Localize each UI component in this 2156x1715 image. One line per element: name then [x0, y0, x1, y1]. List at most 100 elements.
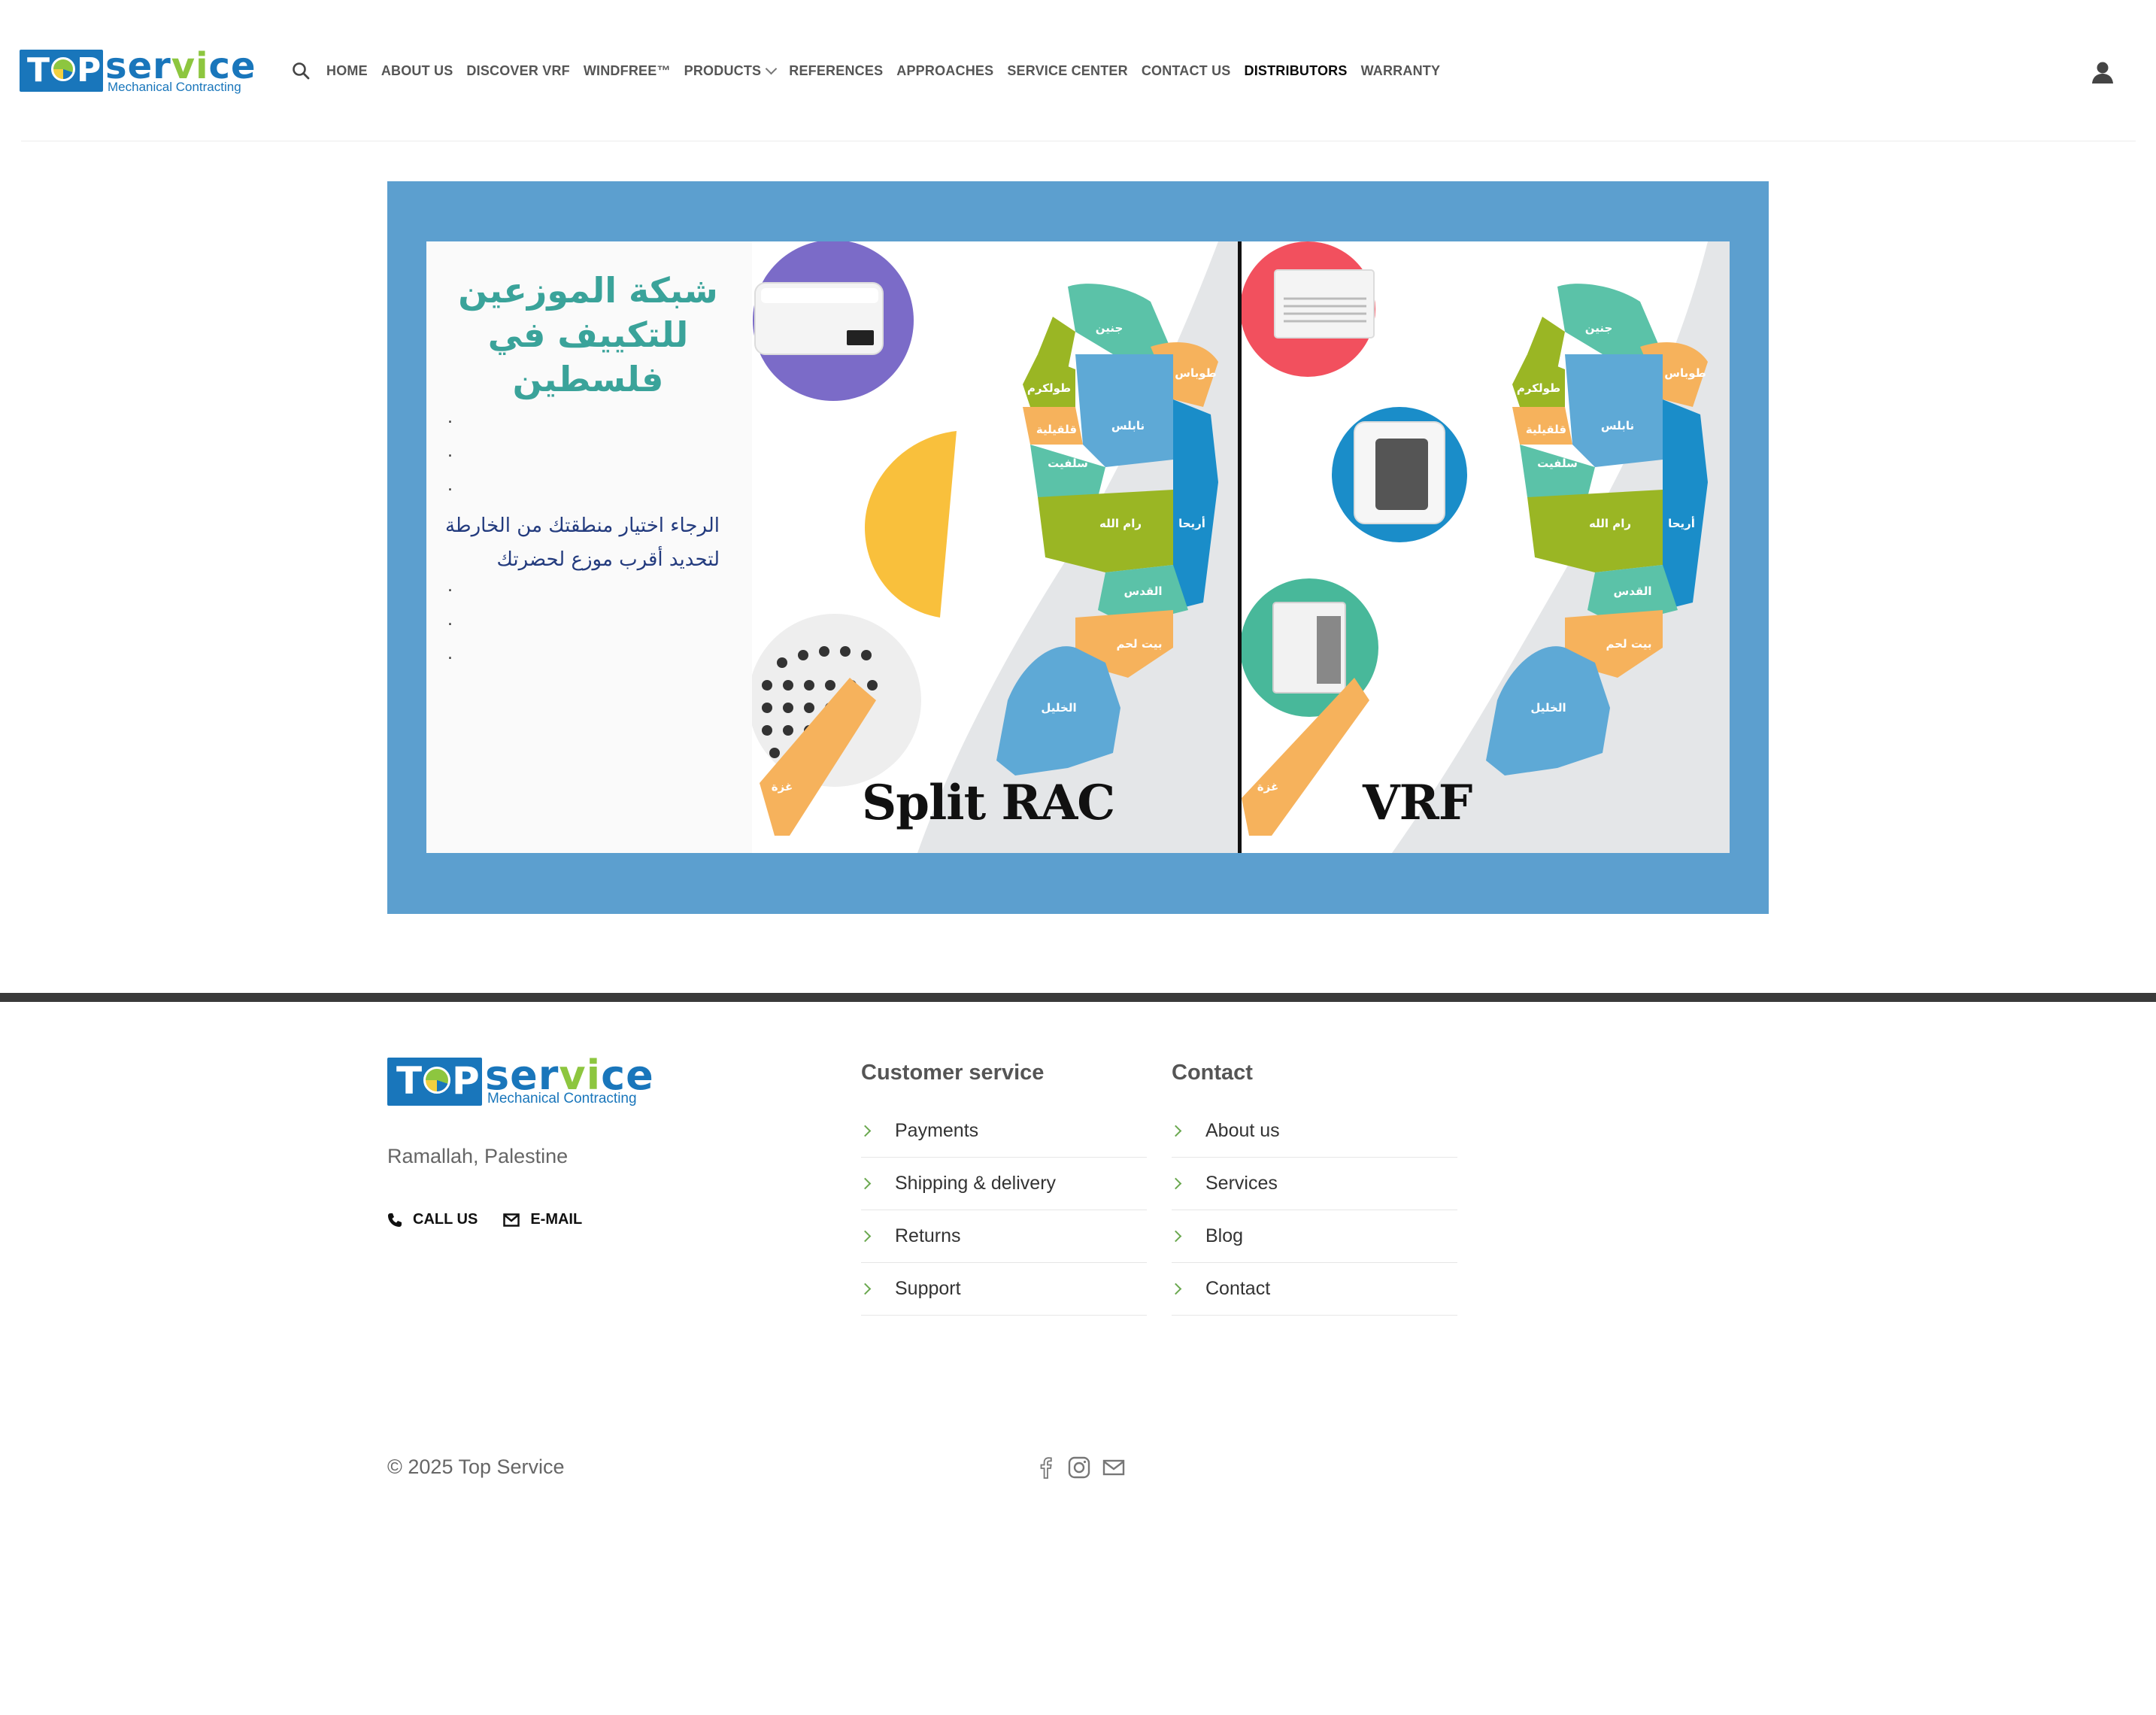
label-hebron: الخليل [1041, 701, 1076, 715]
logo-badge: T P [20, 50, 103, 92]
label-tulkarm: طولكرم [1027, 381, 1071, 395]
label-gaza: غزة [1257, 780, 1278, 794]
label-qalqilya: قلقيلية [1526, 423, 1566, 436]
customer-service-column: Customer service Payments Shipping & del… [859, 1061, 1147, 1316]
logo-swirl-icon [423, 1067, 450, 1094]
logo-tagline: Mechanical Contracting [487, 1091, 637, 1106]
site-logo[interactable]: T P service Mechanical Contracting [20, 45, 256, 94]
label-tubas: طوباس [1175, 366, 1217, 380]
distributors-map-panel: شبكة الموزعين للتكييف في فلسطين . . . ال… [426, 241, 1730, 853]
cassette-unit-circle [1242, 241, 1375, 377]
footer-contact-links: CALL US E-MAIL [387, 1211, 608, 1228]
yellow-shape [865, 431, 957, 618]
chevron-right-icon [859, 1125, 872, 1137]
footer-link-support[interactable]: Support [859, 1263, 1147, 1316]
separator-dot: . [447, 645, 453, 663]
search-icon[interactable] [292, 62, 310, 80]
maps-area: جنين طوباس طولكرم قلقيلية نابلس سلفيت را… [752, 241, 1730, 853]
nav-distributors[interactable]: DISTRIBUTORS [1245, 63, 1348, 79]
site-header: T P service Mechanical Contracting HOME … [0, 0, 2156, 141]
separator-dot: . [447, 476, 453, 495]
label-jenin: جنين [1096, 321, 1123, 335]
logo-tagline: Mechanical Contracting [108, 80, 241, 94]
nav-references[interactable]: REFERENCES [789, 63, 883, 79]
label-qalqilya: قلقيلية [1036, 423, 1077, 436]
nav-warranty[interactable]: WARRANTY [1361, 63, 1441, 79]
label-salfit: سلفيت [1537, 457, 1578, 470]
logo-badge: T P [387, 1058, 482, 1106]
nav-products-label: PRODUCTS [684, 63, 762, 78]
nav-discover-vrf[interactable]: DISCOVER VRF [466, 63, 569, 79]
user-account-icon[interactable] [2091, 60, 2114, 84]
instagram-icon[interactable] [1068, 1456, 1090, 1479]
nav-approaches[interactable]: APPROACHES [896, 63, 993, 79]
phone-icon [388, 1213, 402, 1227]
nav-windfree[interactable]: WINDFREE™ [584, 63, 671, 79]
vrf-caption: VRF [1363, 775, 1472, 831]
chevron-right-icon [1169, 1125, 1182, 1137]
social-links [1036, 1456, 1125, 1479]
email-icon[interactable] [1102, 1456, 1125, 1479]
chevron-right-icon [859, 1177, 872, 1190]
region-nablus[interactable] [1565, 354, 1663, 467]
label-salfit: سلفيت [1048, 457, 1088, 470]
footer-logo[interactable]: T P service Mechanical Contracting [387, 1052, 653, 1107]
footer-link-payments[interactable]: Payments [859, 1105, 1147, 1158]
footer-link-returns[interactable]: Returns [859, 1210, 1147, 1263]
separator-dot: . [447, 611, 453, 630]
label-bethlehem: بيت لحم [1606, 637, 1651, 651]
call-us-link[interactable]: CALL US [387, 1211, 478, 1228]
nav-products[interactable]: PRODUCTS [684, 62, 778, 79]
label-bethlehem: بيت لحم [1116, 637, 1162, 651]
nav-home[interactable]: HOME [326, 63, 368, 79]
envelope-icon [503, 1213, 520, 1227]
label-nablus: نابلس [1111, 419, 1145, 433]
chevron-right-icon [1169, 1230, 1182, 1243]
label-jerusalem: القدس [1124, 584, 1163, 598]
email-label: E-MAIL [530, 1211, 583, 1228]
logo-swirl-icon [51, 57, 75, 81]
label-nablus: نابلس [1601, 419, 1634, 433]
contact-column: Contact About us Services Blog Contact [1169, 1061, 1457, 1316]
main-nav: HOME ABOUT US DISCOVER VRF WINDFREE™ PRO… [326, 62, 1454, 79]
footer-link-shipping[interactable]: Shipping & delivery [859, 1158, 1147, 1210]
label-ramallah: رام الله [1589, 517, 1631, 530]
facebook-icon[interactable] [1036, 1456, 1056, 1479]
footer-link-contact[interactable]: Contact [1169, 1263, 1457, 1316]
label-gaza: غزة [772, 780, 793, 794]
banner-text-column: شبكة الموزعين للتكييف في فلسطين . . . ال… [426, 241, 752, 853]
copyright-text: © 2025 Top Service [387, 1455, 565, 1478]
separator-dot: . [447, 442, 453, 461]
footer-link-blog[interactable]: Blog [1169, 1210, 1457, 1263]
region-ramallah[interactable] [1527, 490, 1663, 572]
split-rac-map[interactable]: جنين طوباس طولكرم قلقيلية نابلس سلفيت را… [752, 241, 1238, 853]
footer-link-services[interactable]: Services [1169, 1158, 1457, 1210]
label-tulkarm: طولكرم [1517, 381, 1560, 395]
banner-title: شبكة الموزعين للتكييف في فلسطين [458, 270, 718, 399]
label-tubas: طوباس [1664, 366, 1706, 380]
email-link[interactable]: E-MAIL [503, 1211, 582, 1228]
nav-service-center[interactable]: SERVICE CENTER [1007, 63, 1128, 79]
region-nablus[interactable] [1075, 354, 1173, 467]
nav-about-us[interactable]: ABOUT US [381, 63, 453, 79]
chevron-right-icon [859, 1230, 872, 1243]
banner-instructions: الرجاء اختيار منطقتك من الخارطة لتحديد أ… [444, 514, 720, 571]
footer-link-about-us[interactable]: About us [1169, 1105, 1457, 1158]
label-jericho: أريحا [1178, 516, 1205, 530]
vrf-map[interactable]: جنين طوباس طولكرم قلقيلية نابلس سلفيت را… [1242, 241, 1730, 853]
call-us-label: CALL US [413, 1211, 478, 1228]
nav-contact-us[interactable]: CONTACT US [1142, 63, 1231, 79]
split-rac-caption: Split RAC [862, 775, 1115, 831]
windfree-unit-circle [1332, 407, 1467, 542]
separator-dot: . [447, 577, 453, 596]
contact-heading: Contact [1172, 1061, 1253, 1085]
region-ramallah[interactable] [1038, 490, 1173, 572]
label-jericho: أريحا [1668, 516, 1695, 530]
region-jenin[interactable] [1557, 284, 1663, 354]
label-ramallah: رام الله [1099, 517, 1142, 530]
chevron-right-icon [1169, 1282, 1182, 1295]
label-jerusalem: القدس [1614, 584, 1652, 598]
label-jenin: جنين [1585, 321, 1613, 335]
region-jenin[interactable] [1068, 284, 1173, 354]
separator-dot: . [447, 408, 453, 427]
